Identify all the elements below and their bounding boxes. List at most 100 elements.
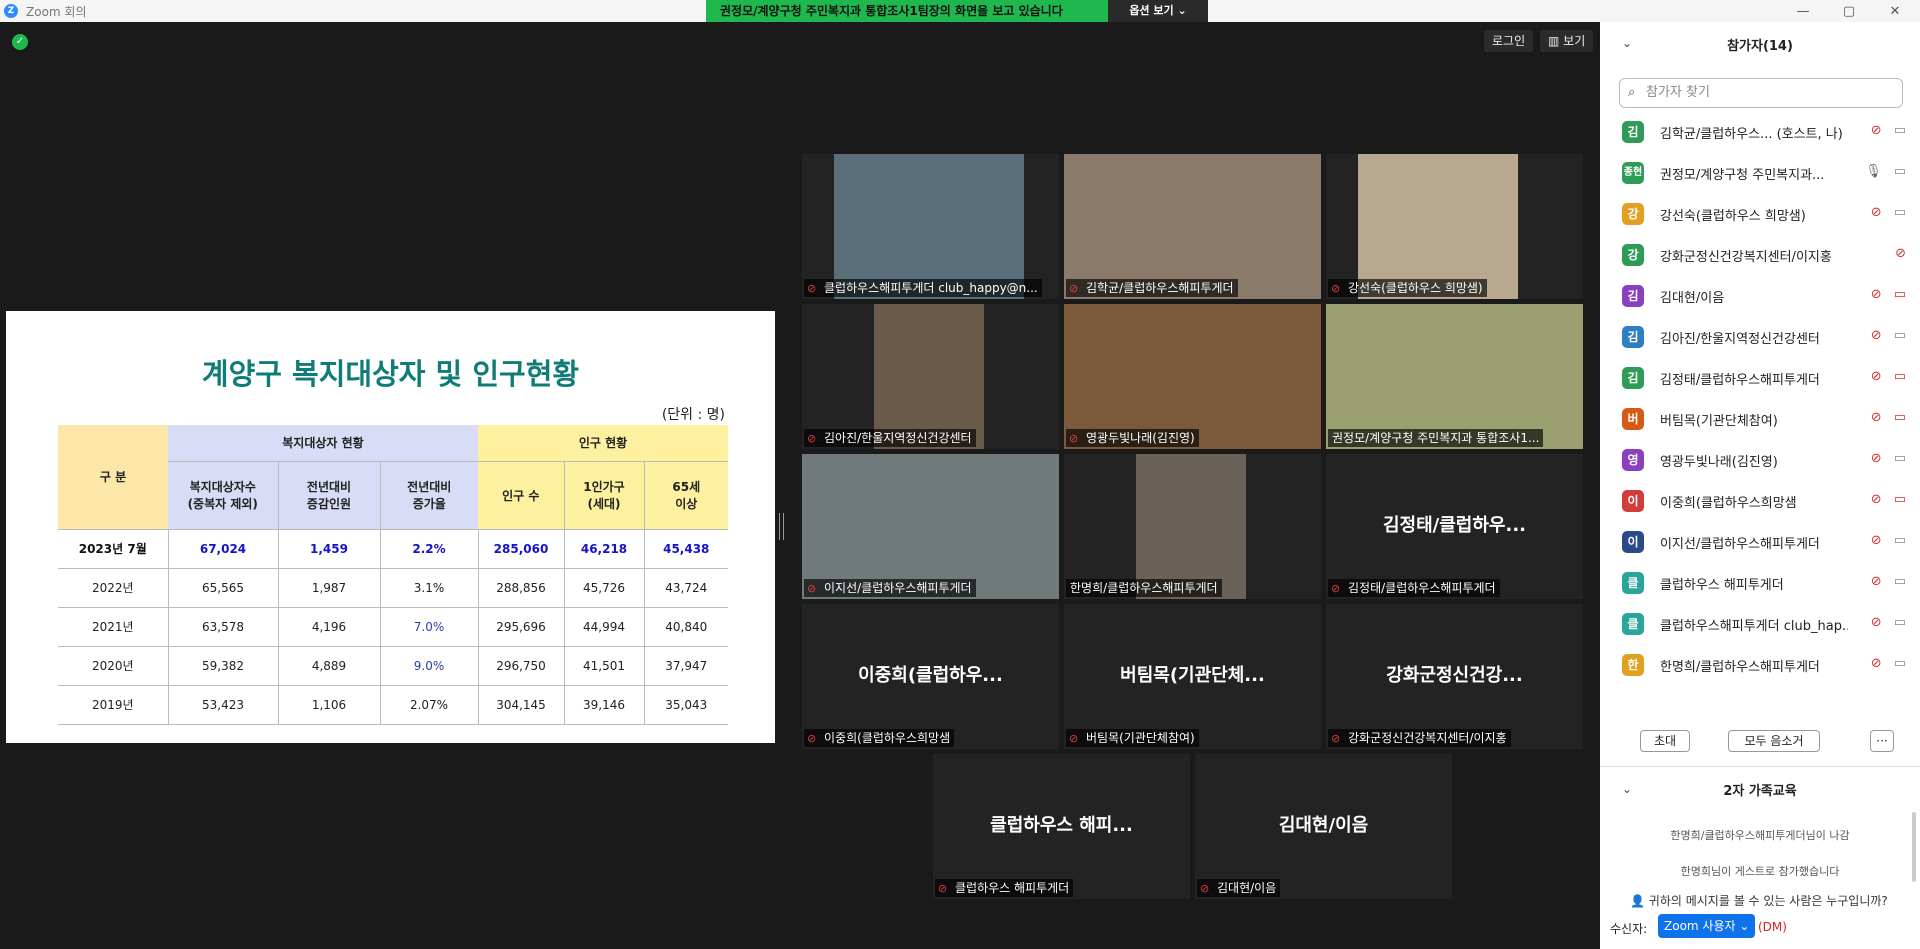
- search-icon: ⌕: [1628, 85, 1636, 100]
- mic-muted-icon[interactable]: ⊘: [1871, 328, 1882, 343]
- shared-slide: 계양구 복지대상자 및 인구현황 (단위 : 명) 구 분 복지대상자 현황 인…: [6, 311, 775, 743]
- split-view-handle[interactable]: [779, 513, 784, 540]
- tile-name-label: 강화군정신건강복지센터/이지홍: [1328, 729, 1511, 747]
- window-title: Zoom 회의: [26, 4, 87, 19]
- camera-off-icon[interactable]: ▭: [1894, 287, 1906, 302]
- table-cell: 285,060: [477, 529, 564, 569]
- camera-icon[interactable]: ▭: [1894, 123, 1906, 138]
- recipient-select[interactable]: Zoom 사용자 ⌄: [1658, 914, 1756, 938]
- avatar: 김: [1622, 326, 1644, 348]
- video-tile[interactable]: 이중희(클럽하우... 이중희(클럽하우스희망샘 ⊘: [802, 604, 1059, 749]
- table-cell: 3.1%: [379, 568, 478, 608]
- participant-status: ⊘ ▭: [1871, 123, 1906, 138]
- table-cell: 4,889: [277, 646, 380, 686]
- table-cell: 288,856: [477, 568, 564, 608]
- participant-row[interactable]: 종현 권정모/계양구청 주민복지과... 🎙 ▭: [1600, 153, 1920, 194]
- video-feed: [1136, 454, 1246, 599]
- mic-muted-icon[interactable]: ⊘: [1871, 369, 1882, 384]
- mic-muted-icon: ⊘: [1069, 432, 1079, 445]
- maximize-button[interactable]: ▢: [1826, 0, 1872, 22]
- participant-name: 이중희(클럽하우스희망샘: [1660, 496, 1797, 511]
- video-tile[interactable]: 강선숙(클럽하우스 희망샘) ⊘: [1326, 154, 1583, 299]
- participant-row[interactable]: 영 영광두빛나래(김진영) ⊘ ▭: [1600, 440, 1920, 481]
- participant-name: 김대현/이음: [1660, 291, 1725, 306]
- mic-muted-icon[interactable]: ⊘: [1871, 656, 1882, 671]
- video-tile[interactable]: 강화군정신건강... 강화군정신건강복지센터/이지홍 ⊘: [1326, 604, 1583, 749]
- video-tile[interactable]: 버팀목(기관단체... 버팀목(기관단체참여) ⊘: [1064, 604, 1321, 749]
- security-shield-icon[interactable]: ✓: [12, 34, 28, 50]
- camera-off-icon[interactable]: ▭: [1894, 369, 1906, 384]
- mic-muted-icon[interactable]: ⊘: [1871, 451, 1882, 466]
- video-tile[interactable]: 영광두빛나래(김진영) ⊘: [1064, 304, 1321, 449]
- mic-on-icon[interactable]: 🎙: [1865, 164, 1882, 179]
- camera-icon[interactable]: ▭: [1894, 574, 1906, 589]
- table-cell: 2021년: [58, 607, 168, 647]
- chat-scrollbar[interactable]: [1912, 812, 1916, 882]
- camera-icon[interactable]: ▭: [1894, 656, 1906, 671]
- invite-button[interactable]: 초대: [1640, 730, 1690, 752]
- participant-row[interactable]: 김 김대현/이음 ⊘ ▭: [1600, 276, 1920, 317]
- more-button[interactable]: ···: [1870, 730, 1894, 752]
- mic-muted-icon[interactable]: ⊘: [1871, 410, 1882, 425]
- participant-row[interactable]: 김 김정태/클럽하우스해피투게더 ⊘ ▭: [1600, 358, 1920, 399]
- video-tile[interactable]: 이지선/클럽하우스해피투게더 ⊘: [802, 454, 1059, 599]
- mic-muted-icon[interactable]: ⊘: [1871, 574, 1882, 589]
- chat-message: 한명희님이 게스트로 참가했습니다: [1680, 865, 1840, 878]
- video-tile[interactable]: 클럽하우스 해피... 클럽하우스 해피투게더 ⊘: [933, 754, 1190, 899]
- participant-row[interactable]: 김 김학균/클럽하우스... (호스트, 나) ⊘ ▭: [1600, 112, 1920, 153]
- camera-icon[interactable]: ▭: [1894, 164, 1906, 179]
- participant-row[interactable]: 강 강선숙(클럽하우스 희망샘) ⊘ ▭: [1600, 194, 1920, 235]
- participant-row[interactable]: 강 강화군정신건강복지센터/이지홍 ⊘: [1600, 235, 1920, 276]
- participant-row[interactable]: 이 이중희(클럽하우스희망샘 ⊘ ▭: [1600, 481, 1920, 522]
- mute-all-button[interactable]: 모두 음소거: [1728, 730, 1820, 752]
- table-cell: 1,106: [277, 685, 380, 725]
- video-tile[interactable]: 김학균/클럽하우스해피투게더 ⊘: [1064, 154, 1321, 299]
- login-button[interactable]: 로그인: [1484, 30, 1534, 52]
- camera-icon[interactable]: ▭: [1894, 451, 1906, 466]
- data-table: 구 분 복지대상자 현황 인구 현황 복지대상자수 (중복자 제외) 전년대비 …: [58, 425, 728, 725]
- participant-row[interactable]: 김 김아진/한울지역정신건강센터 ⊘ ▭: [1600, 317, 1920, 358]
- view-options-button[interactable]: 옵션 보기 ⌄: [1108, 0, 1208, 22]
- avatar: 김: [1622, 367, 1644, 389]
- camera-off-icon[interactable]: ▭: [1894, 410, 1906, 425]
- camera-icon[interactable]: ▭: [1894, 533, 1906, 548]
- divider: [1600, 766, 1920, 767]
- camera-off-icon[interactable]: ▭: [1894, 492, 1906, 507]
- close-button[interactable]: ✕: [1872, 0, 1918, 22]
- video-tile[interactable]: 한명희/클럽하우스해피투게더: [1064, 454, 1321, 599]
- participant-row[interactable]: 한 한명희/클럽하우스해피투게더 ⊘ ▭: [1600, 645, 1920, 686]
- recipient-label: 수신자:: [1610, 922, 1648, 936]
- participant-row[interactable]: 이 이지선/클럽하우스해피투게더 ⊘ ▭: [1600, 522, 1920, 563]
- video-tile[interactable]: 김정태/클럽하우... 김정태/클럽하우스해피투게더 ⊘: [1326, 454, 1583, 599]
- who-can-see-link[interactable]: 👤 귀하의 메시지를 볼 수 있는 사람은 누구입니까?: [1630, 892, 1888, 909]
- video-feed: [1358, 154, 1518, 299]
- participant-search-input[interactable]: ⌕ 참가자 찾기: [1619, 78, 1903, 108]
- video-tile[interactable]: 김대현/이음 김대현/이음 ⊘: [1195, 754, 1452, 899]
- video-tile[interactable]: 김아진/한울지역정신건강센터 ⊘: [802, 304, 1059, 449]
- participant-name: 한명희/클럽하우스해피투게더: [1660, 660, 1820, 675]
- view-button[interactable]: ▥ 보기: [1540, 30, 1594, 52]
- mic-muted-icon[interactable]: ⊘: [1871, 287, 1882, 302]
- table-row: 2020년 59,382 4,889 9.0% 296,750 41,501 3…: [58, 646, 728, 686]
- share-banner: 권정모/계양구청 주민복지과 통합조사1팀장의 화면을 보고 있습니다 옵션 보…: [706, 0, 1208, 22]
- tile-name-label: 김정태/클럽하우스해피투게더: [1328, 579, 1500, 597]
- mic-muted-icon[interactable]: ⊘: [1871, 205, 1882, 220]
- camera-icon[interactable]: ▭: [1894, 615, 1906, 630]
- mic-muted-icon[interactable]: ⊘: [1871, 615, 1882, 630]
- table-cell: 295,696: [477, 607, 564, 647]
- participant-row[interactable]: 클 클럽하우스해피투게더 club_hap... ⊘ ▭: [1600, 604, 1920, 645]
- video-tile[interactable]: 권정모/계양구청 주민복지과 통합조사1...: [1326, 304, 1583, 449]
- camera-icon[interactable]: ▭: [1894, 328, 1906, 343]
- minimize-button[interactable]: —: [1780, 0, 1826, 22]
- participant-status: ⊘ ▭: [1871, 205, 1906, 220]
- video-tile[interactable]: 클럽하우스해피투게더 club_happy@n... ⊘: [802, 154, 1059, 299]
- mic-muted-icon[interactable]: ⊘: [1871, 492, 1882, 507]
- participant-row[interactable]: 버 버팀목(기관단체참여) ⊘ ▭: [1600, 399, 1920, 440]
- participant-name: 김학균/클럽하우스... (호스트, 나): [1660, 127, 1843, 142]
- participant-row[interactable]: 클 클럽하우스 해피투게더 ⊘ ▭: [1600, 563, 1920, 604]
- participant-status: 🎙 ▭: [1865, 164, 1906, 179]
- mic-muted-icon[interactable]: ⊘: [1871, 123, 1882, 138]
- mic-muted-icon[interactable]: ⊘: [1871, 533, 1882, 548]
- camera-icon[interactable]: ▭: [1894, 205, 1906, 220]
- mic-muted-icon[interactable]: ⊘: [1895, 246, 1906, 261]
